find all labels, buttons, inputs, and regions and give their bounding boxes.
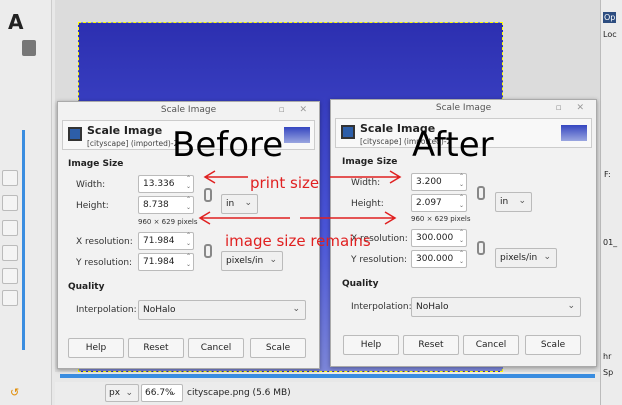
unit-select[interactable]: px ⌄: [105, 384, 139, 402]
arrow-left-pixels: [198, 211, 290, 225]
arrow-left-print: [203, 170, 248, 184]
status-bar: px ⌄ 66.7% ⌄ cityscape.png (5.6 MB): [55, 382, 600, 405]
annotation-arrows: [198, 170, 402, 225]
arrow-right-print: [330, 170, 402, 184]
file-info: cityscape.png (5.6 MB): [187, 388, 291, 398]
arrow-right-pixels: [300, 211, 397, 225]
zoom-select[interactable]: 66.7% ⌄: [141, 384, 183, 402]
